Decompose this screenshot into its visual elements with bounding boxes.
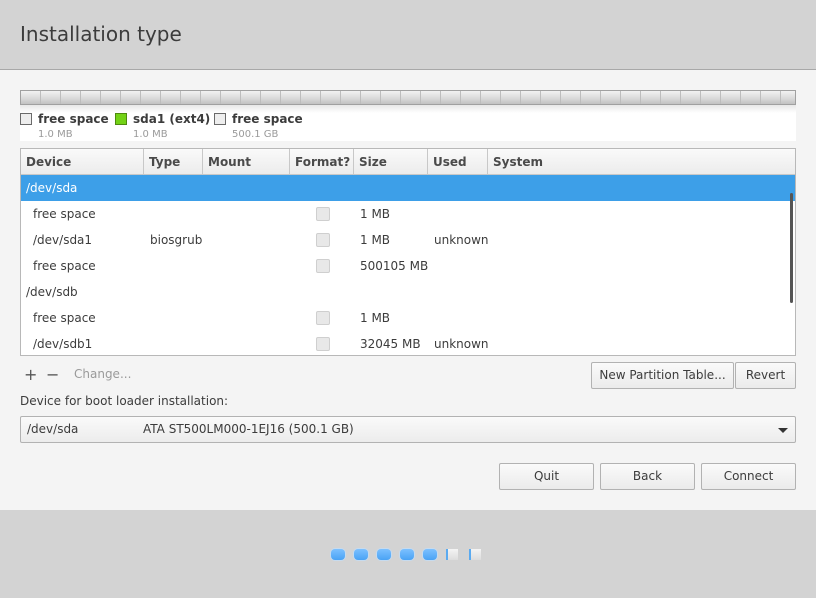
cell-device: free space: [33, 207, 96, 221]
column-device[interactable]: Device: [21, 149, 144, 175]
cell-size: 1 MB: [360, 233, 391, 247]
cell-type: biosgrub: [150, 233, 203, 247]
legend-name: free space: [232, 112, 303, 126]
legend-swatch: [115, 113, 127, 125]
cell-device: /dev/sdb1: [33, 337, 93, 351]
cell-device: free space: [33, 311, 96, 325]
table-body: /dev/sda free space 1 MB/dev/sda1 biosgrub 1…: [21, 175, 795, 355]
cell-device: /dev/sda: [26, 181, 78, 195]
legend-name: sda1 (ext4): [133, 112, 211, 126]
bootloader-device: /dev/sda: [27, 422, 79, 436]
legend-size: 1.0 MB: [38, 129, 73, 140]
column-size[interactable]: Size: [354, 149, 428, 175]
add-partition-button[interactable]: +: [24, 365, 37, 384]
connect-button[interactable]: Connect: [701, 463, 796, 490]
progress-dot-completed: [423, 549, 437, 560]
format-checkbox[interactable]: [316, 233, 330, 247]
revert-button[interactable]: Revert: [735, 362, 796, 389]
format-checkbox[interactable]: [316, 311, 330, 325]
cell-device: free space: [33, 259, 96, 273]
disk-usage-bar: [20, 90, 796, 105]
cell-size: 1 MB: [360, 207, 391, 221]
bootloader-label: Device for boot loader installation:: [20, 394, 229, 408]
page-title: Installation type: [20, 22, 182, 46]
quit-button[interactable]: Quit: [499, 463, 594, 490]
disk-row[interactable]: /dev/sdb: [21, 279, 795, 305]
legend-swatch: [214, 113, 226, 125]
cell-size: 32045 MB: [360, 337, 421, 351]
format-checkbox[interactable]: [316, 207, 330, 221]
progress-dot-completed: [400, 549, 414, 560]
cell-used: unknown: [434, 337, 489, 351]
bootloader-description: ATA ST500LM000-1EJ16 (500.1 GB): [143, 422, 354, 436]
partition-row[interactable]: free space 500105 MB: [21, 253, 795, 279]
progress-dot-completed: [377, 549, 391, 560]
cell-used: unknown: [434, 233, 489, 247]
new-partition-table-button[interactable]: New Partition Table...: [591, 362, 734, 389]
format-checkbox[interactable]: [316, 259, 330, 273]
progress-dot-completed: [354, 549, 368, 560]
column-format[interactable]: Format?: [290, 149, 354, 175]
scrollbar[interactable]: [790, 193, 793, 303]
column-system[interactable]: System: [488, 149, 795, 175]
progress-dot-pending: [469, 549, 481, 560]
back-button[interactable]: Back: [600, 463, 695, 490]
dropdown-arrow-icon: [778, 428, 788, 433]
legend-size: 500.1 GB: [232, 129, 279, 140]
cell-size: 500105 MB: [360, 259, 429, 273]
bootloader-device-select[interactable]: /dev/sda ATA ST500LM000-1EJ16 (500.1 GB): [20, 416, 796, 443]
column-used[interactable]: Used: [428, 149, 488, 175]
table-header: Device Type Mount point Format? Size Use…: [21, 149, 795, 195]
cell-device: /dev/sda1: [33, 233, 93, 247]
legend-size: 1.0 MB: [133, 129, 168, 140]
header: Installation type: [0, 0, 816, 70]
format-checkbox[interactable]: [316, 337, 330, 351]
legend-name: free space: [38, 112, 109, 126]
remove-partition-button[interactable]: −: [46, 365, 59, 384]
partition-table[interactable]: Device Type Mount point Format? Size Use…: [20, 148, 796, 356]
cell-device: /dev/sdb: [26, 285, 78, 299]
cell-size: 1 MB: [360, 311, 391, 325]
disk-row[interactable]: /dev/sda: [21, 175, 795, 201]
partition-row[interactable]: free space 1 MB: [21, 201, 795, 227]
progress-dot-pending: [446, 549, 458, 560]
column-mount-point[interactable]: Mount point: [203, 149, 290, 195]
column-type[interactable]: Type: [144, 149, 203, 175]
progress-footer: [0, 510, 816, 598]
change-partition-button[interactable]: Change...: [74, 367, 131, 381]
partition-row[interactable]: /dev/sdb1 32045 MB unknown: [21, 331, 795, 355]
legend-swatch: [20, 113, 32, 125]
progress-dot-completed: [331, 549, 345, 560]
partition-row[interactable]: free space 1 MB: [21, 305, 795, 331]
partition-row[interactable]: /dev/sda1 biosgrub 1 MB unknown: [21, 227, 795, 253]
